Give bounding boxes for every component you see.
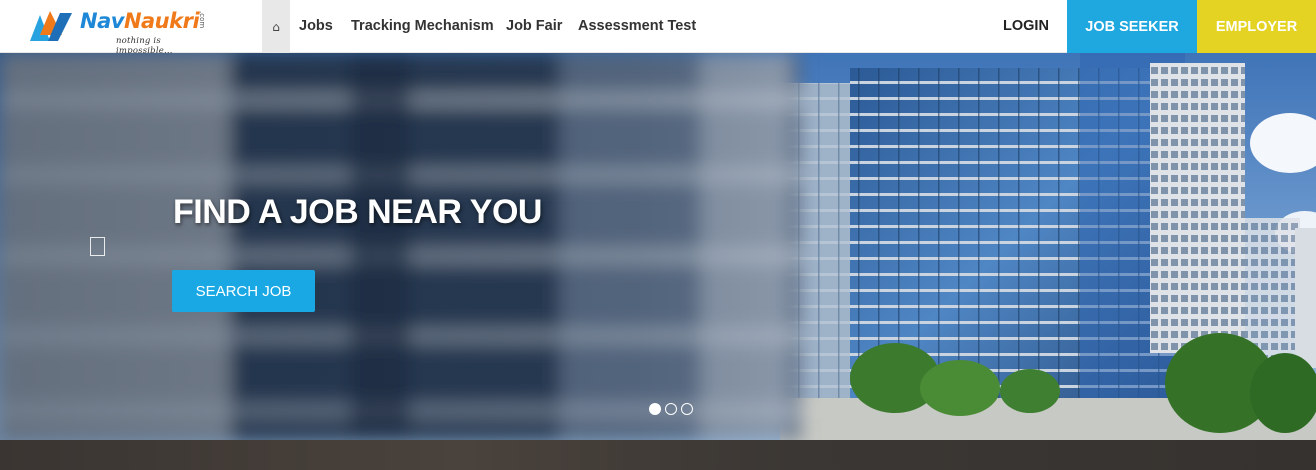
home-icon: ⌂ bbox=[272, 19, 280, 34]
slider-pagination bbox=[649, 403, 693, 415]
slider-prev-arrow-icon[interactable] bbox=[90, 237, 105, 256]
slider-dot-1[interactable] bbox=[649, 403, 661, 415]
employer-button[interactable]: EMPLOYER bbox=[1197, 0, 1316, 53]
site-header: NavNaukri .com nothing is impossible... … bbox=[0, 0, 1316, 56]
home-nav-button[interactable]: ⌂ bbox=[262, 0, 290, 53]
logo-wordmark: NavNaukri bbox=[80, 9, 200, 33]
slider-dot-2[interactable] bbox=[665, 403, 677, 415]
slider-dot-3[interactable] bbox=[681, 403, 693, 415]
hero-title: FIND A JOB NEAR YOU bbox=[173, 193, 542, 231]
logo-mark-icon bbox=[30, 11, 72, 41]
hero-overlay bbox=[0, 53, 800, 440]
next-section-band bbox=[0, 440, 1316, 470]
job-seeker-button[interactable]: JOB SEEKER bbox=[1067, 0, 1197, 53]
nav-assessment-test[interactable]: Assessment Test bbox=[578, 18, 696, 34]
navnaukri-logo[interactable]: NavNaukri .com nothing is impossible... bbox=[28, 5, 213, 56]
login-link[interactable]: LOGIN bbox=[1003, 18, 1049, 34]
nav-tracking-mechanism[interactable]: Tracking Mechanism bbox=[351, 18, 494, 34]
nav-jobs[interactable]: Jobs bbox=[299, 18, 333, 34]
hero-slider: FIND A JOB NEAR YOU SEARCH JOB bbox=[0, 53, 1316, 440]
logo-dotcom: .com bbox=[198, 11, 206, 29]
search-job-button[interactable]: SEARCH JOB bbox=[172, 270, 315, 312]
nav-job-fair[interactable]: Job Fair bbox=[506, 18, 562, 34]
